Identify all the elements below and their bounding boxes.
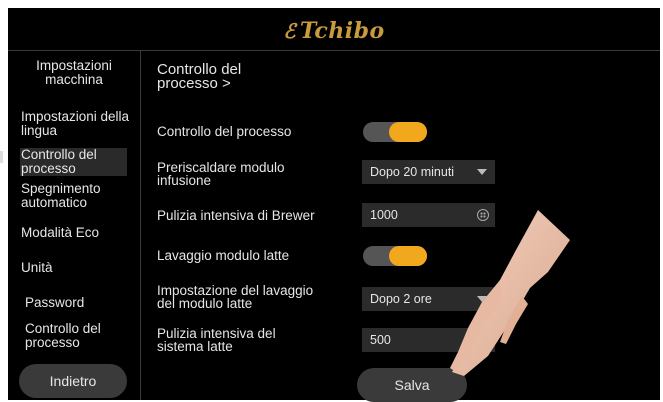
header-bar: ℰ Tchibo: [8, 8, 660, 51]
preheat-label: Preriscaldare modulo infusione: [157, 160, 285, 188]
brewer-clean-value: 1000: [370, 208, 398, 222]
tchibo-logo-icon: ℰ: [283, 19, 296, 43]
process-control-label: Controllo del processo: [157, 124, 292, 139]
pointing-hand-icon: [450, 210, 570, 376]
sidebar-item-language[interactable]: Impostazioni della lingua: [21, 110, 131, 138]
milk-clean-value: 500: [370, 333, 391, 347]
sidebar-title: Impostazioni macchina: [36, 58, 112, 87]
milk-wash-setting-value: Dopo 2 ore: [370, 292, 432, 306]
sidebar-item-eco[interactable]: Modalità Eco: [21, 226, 131, 240]
milk-clean-label: Pulizia intensiva del sistema latte: [157, 326, 276, 354]
sidebar-item-process-control[interactable]: Controllo del processo: [20, 148, 127, 176]
chevron-down-icon: [477, 169, 487, 175]
process-control-toggle[interactable]: [363, 122, 427, 142]
sidebar-item-process-control-2[interactable]: Controllo del processo: [25, 322, 125, 350]
preheat-value: Dopo 20 minuti: [370, 165, 455, 179]
sidebar-item-password[interactable]: Password: [25, 296, 135, 310]
milk-wash-setting-label: Impostazione del lavaggio del modulo lat…: [157, 283, 314, 311]
brand-logo: ℰ Tchibo: [8, 18, 660, 44]
main-panel: Controllo del processo > Controllo del p…: [141, 51, 660, 402]
preheat-select[interactable]: Dopo 20 minuti: [362, 160, 495, 184]
brewer-clean-label: Pulizia intensiva di Brewer: [157, 208, 315, 223]
milk-wash-toggle[interactable]: [363, 246, 427, 266]
breadcrumb: Controllo del processo >: [157, 61, 242, 92]
sidebar: Impostazioni macchina Impostazioni della…: [0, 51, 141, 400]
toggle-knob: [389, 122, 427, 142]
active-indicator: [0, 151, 3, 163]
sidebar-item-auto-off[interactable]: Spegnimento automatico: [21, 182, 131, 210]
toggle-knob: [389, 246, 427, 266]
sidebar-item-units[interactable]: Unità: [21, 261, 131, 275]
milk-wash-label: Lavaggio modulo latte: [157, 248, 290, 263]
brand-logo-text: Tchibo: [299, 18, 385, 44]
back-button[interactable]: Indietro: [19, 364, 127, 398]
